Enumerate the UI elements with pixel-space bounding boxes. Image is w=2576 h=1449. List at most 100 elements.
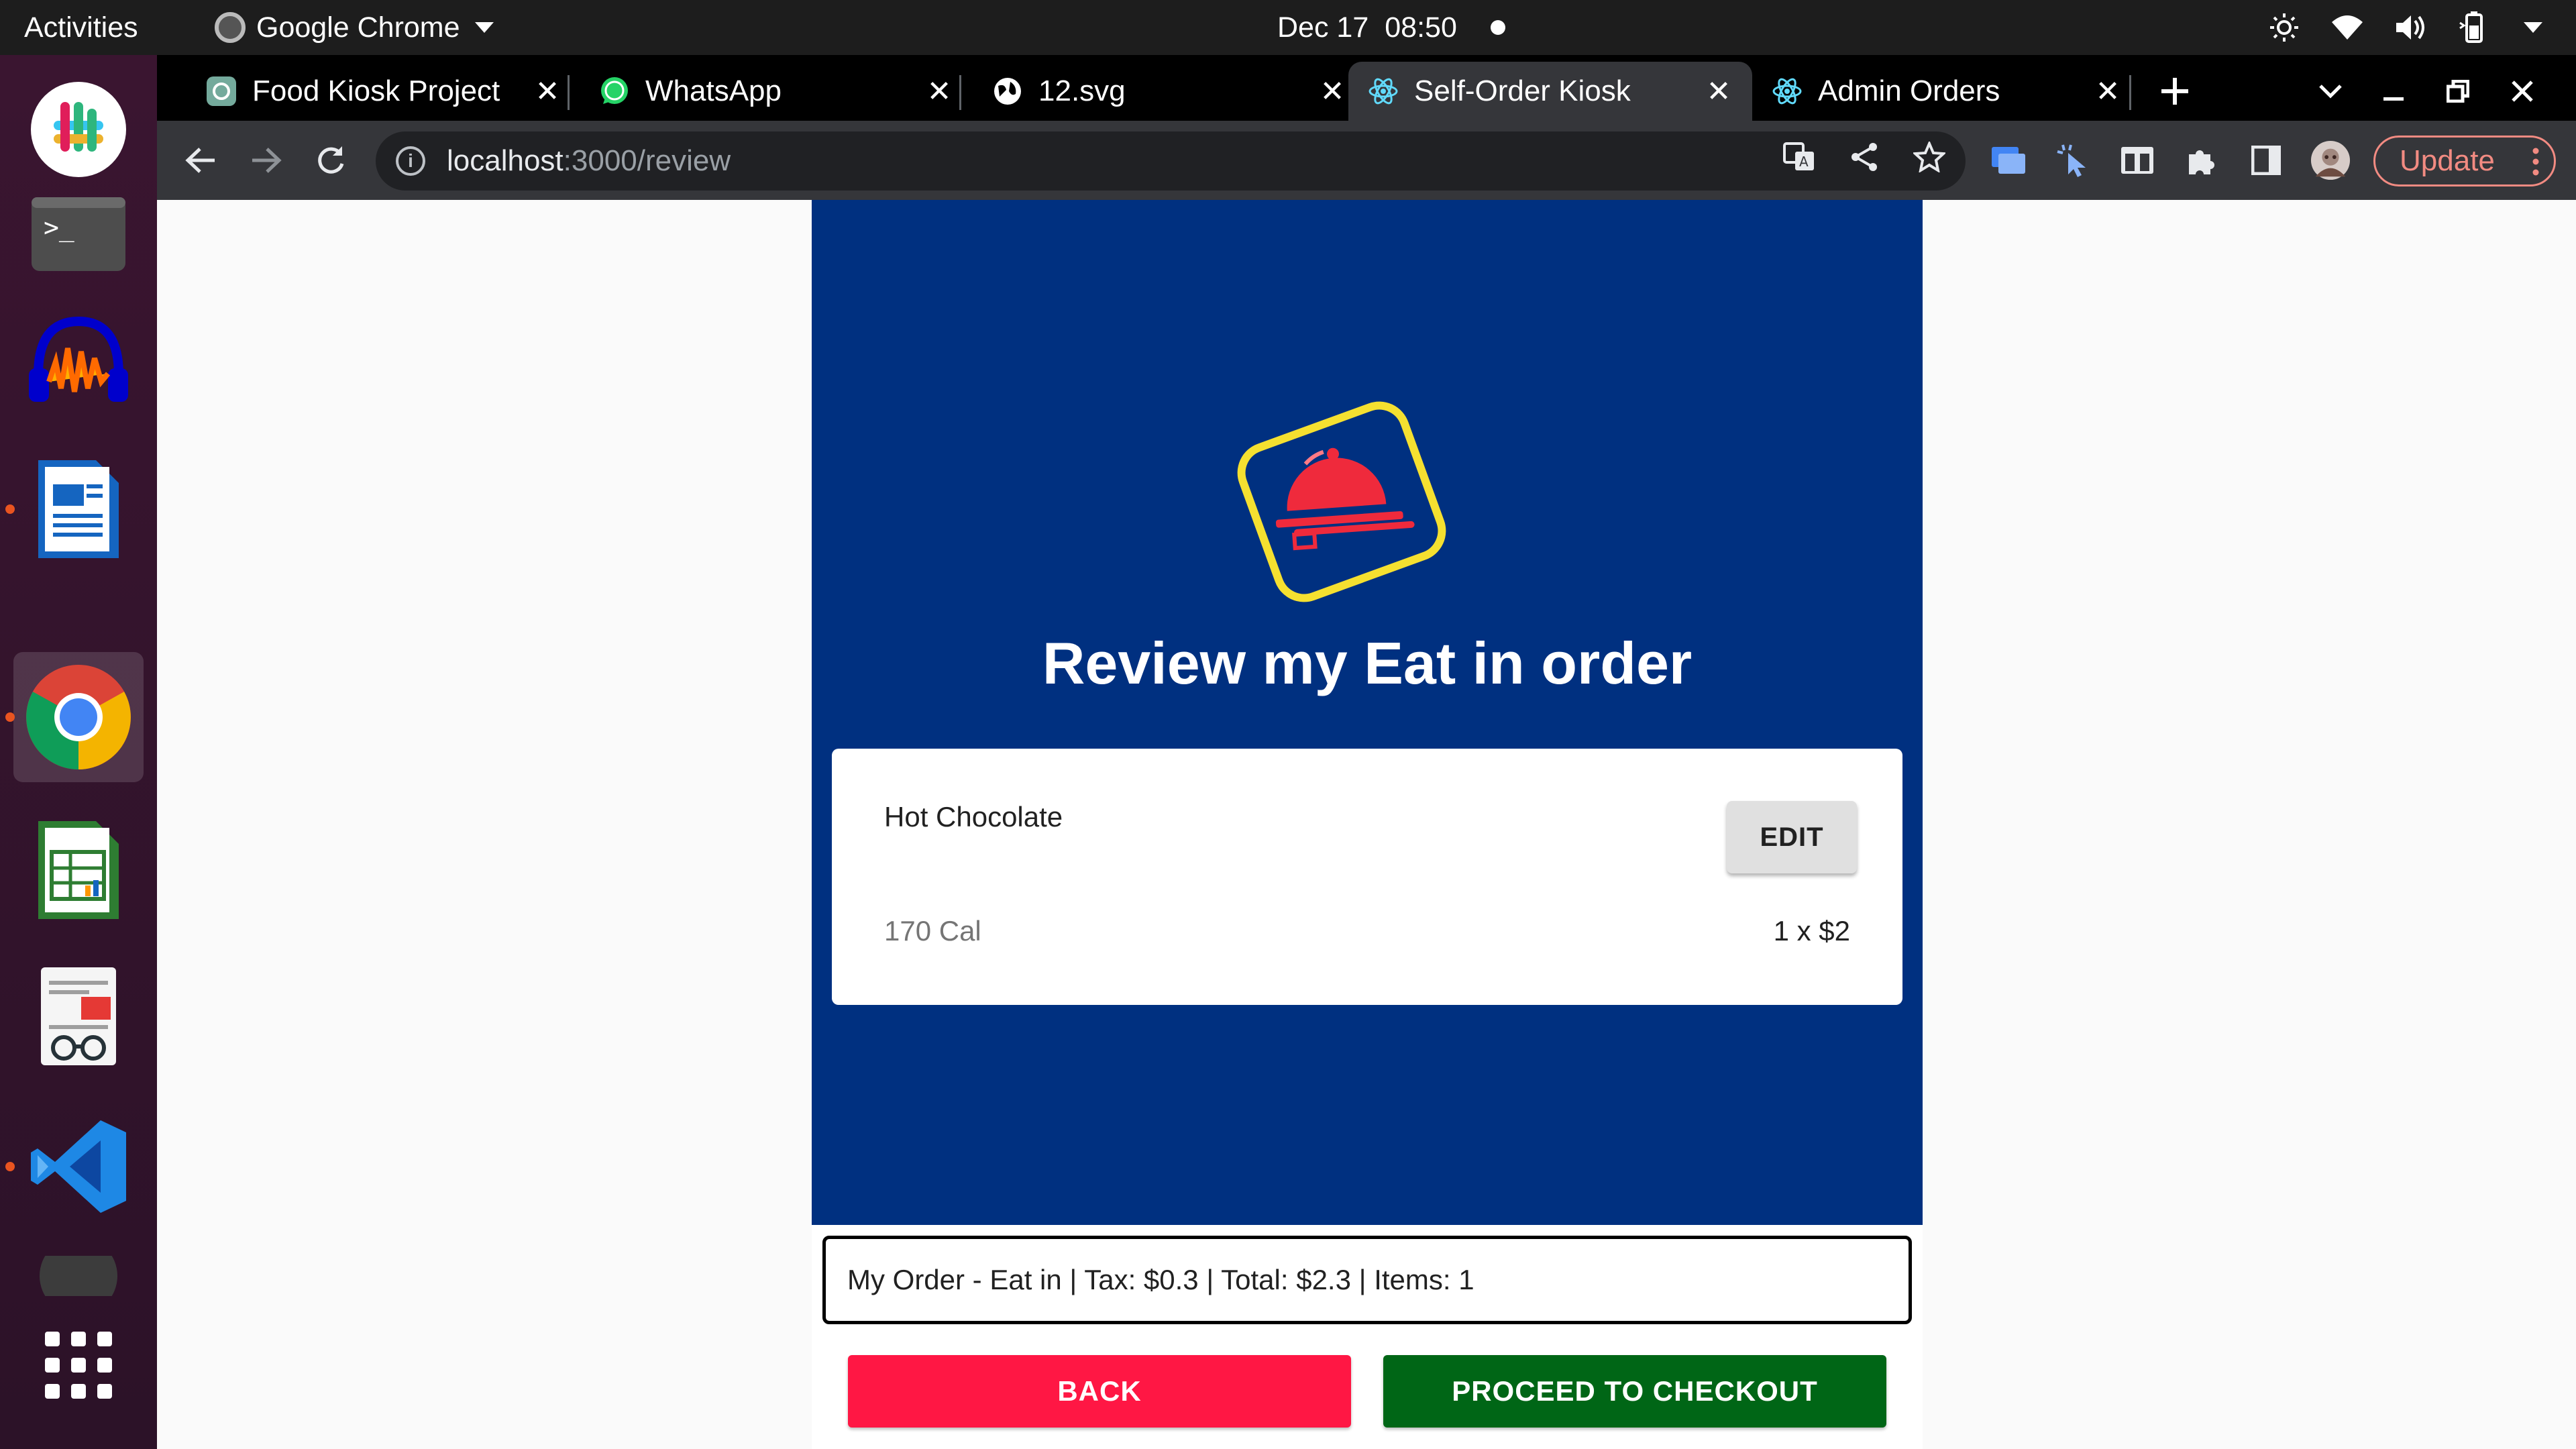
show-applications-button[interactable] (13, 1300, 144, 1430)
close-icon[interactable]: ✕ (924, 74, 954, 109)
calc-icon (38, 821, 119, 919)
globe-icon (991, 75, 1024, 107)
kiosk-container: Review my Eat in order Hot Chocolate EDI… (812, 200, 1923, 1449)
tab-strip: Food Kiosk Project ✕ WhatsApp ✕ 12.svg ✕… (157, 55, 2576, 121)
react-icon (1367, 75, 1399, 107)
order-summary: My Order - Eat in | Tax: $0.3 | Total: $… (822, 1236, 1912, 1324)
review-hero: Review my Eat in order Hot Chocolate EDI… (812, 200, 1923, 1225)
clock-date: Dec 17 (1277, 11, 1369, 44)
chrome-app-icon (215, 12, 246, 43)
edit-item-button[interactable]: EDIT (1727, 801, 1857, 873)
minimize-icon (2383, 97, 2404, 101)
tab-admin-orders[interactable]: Admin Orders ✕ (1752, 62, 2141, 121)
item-qty-price: 1 x $2 (1773, 915, 1850, 947)
close-icon[interactable]: ✕ (1704, 74, 1733, 109)
clock[interactable]: Dec 17 08:50 (1277, 0, 1505, 55)
proceed-to-checkout-button[interactable]: PROCEED TO CHECKOUT (1383, 1355, 1886, 1428)
url-host: localhost (447, 144, 564, 177)
minimize-button[interactable] (2367, 62, 2420, 121)
slack-icon (31, 82, 126, 177)
page-viewport: Review my Eat in order Hot Chocolate EDI… (157, 200, 2576, 1449)
dock-vscode[interactable] (5, 1102, 144, 1232)
close-icon[interactable]: ✕ (1318, 74, 1347, 109)
activities-button[interactable]: Activities (24, 0, 138, 55)
bookmark-star-icon[interactable] (1912, 140, 1947, 180)
tab-title: Self-Order Kiosk (1414, 74, 1631, 107)
dock-partial-item[interactable] (13, 1256, 144, 1296)
forward-nav-button[interactable] (243, 137, 290, 184)
tab-title: Food Kiosk Project (252, 74, 500, 107)
tab-title: WhatsApp (645, 74, 782, 107)
tab-divider (2129, 75, 2131, 110)
profile-avatar[interactable] (2310, 140, 2351, 180)
dock-terminal[interactable]: >_ (13, 169, 144, 299)
restore-button[interactable] (2431, 62, 2485, 121)
tab-whatsapp[interactable]: WhatsApp ✕ (580, 62, 973, 121)
tab-12-svg[interactable]: 12.svg ✕ (973, 62, 1366, 121)
site-info-icon[interactable]: i (396, 146, 425, 176)
arrow-right-icon (252, 148, 282, 173)
app-menu-label: Google Chrome (256, 11, 460, 44)
update-button[interactable]: Update (2373, 136, 2556, 186)
extension-reader-icon[interactable] (2117, 140, 2157, 180)
system-menu-chevron-icon (2524, 22, 2542, 33)
address-bar[interactable]: i localhost:3000/review A (376, 131, 1966, 191)
whatsapp-icon (598, 75, 631, 107)
chevron-down-icon (474, 22, 494, 33)
share-icon[interactable] (1849, 142, 1880, 180)
food-cloche-logo-icon (1237, 401, 1446, 602)
writer-icon (38, 460, 119, 558)
svg-text:>_: >_ (44, 213, 74, 243)
restore-icon (2447, 80, 2469, 103)
page-title: Review my Eat in order (1042, 630, 1693, 696)
tab-divider (959, 75, 961, 110)
tab-search-button[interactable] (2304, 62, 2357, 121)
tab-food-kiosk-project[interactable]: Food Kiosk Project ✕ (186, 62, 581, 121)
running-indicator (5, 504, 15, 514)
openai-icon (205, 75, 237, 107)
close-icon[interactable]: ✕ (533, 74, 562, 109)
extension-cursor-icon[interactable] (2053, 140, 2093, 180)
order-item-card[interactable]: Hot Chocolate EDIT 170 Cal 1 x $2 (832, 749, 1902, 1005)
notification-dot-icon (1490, 20, 1505, 35)
system-tray[interactable] (2267, 0, 2542, 55)
tab-divider (568, 75, 570, 110)
document-viewer-icon (41, 967, 116, 1065)
extension-screen-icon[interactable] (1988, 140, 2029, 180)
partial-app-icon (40, 1256, 117, 1296)
tab-self-order-kiosk[interactable]: Self-Order Kiosk ✕ (1348, 62, 1752, 121)
app-menu[interactable]: Google Chrome (215, 0, 494, 55)
url-text: localhost:3000/review (447, 144, 731, 178)
close-icon (2512, 80, 2533, 102)
reload-icon (318, 146, 344, 174)
reload-button[interactable] (307, 137, 354, 184)
svg-text:A: A (1799, 154, 1809, 170)
chevron-down-icon (2319, 85, 2342, 99)
dock-libreoffice-writer[interactable] (5, 444, 144, 574)
close-window-button[interactable] (2496, 62, 2549, 121)
dock-google-chrome[interactable] (5, 652, 144, 782)
clock-time: 08:50 (1385, 11, 1457, 44)
side-panel-icon[interactable] (2246, 140, 2286, 180)
back-nav-button[interactable] (177, 137, 224, 184)
wifi-icon (2330, 11, 2364, 44)
url-path: :3000/review (563, 144, 731, 177)
extensions-puzzle-icon[interactable] (2182, 140, 2222, 180)
brightness-icon (2267, 11, 2301, 44)
dock-libreoffice-calc[interactable] (13, 805, 144, 935)
back-button[interactable]: BACK (848, 1355, 1351, 1428)
dock-document-viewer[interactable] (13, 951, 144, 1081)
audacity-icon (29, 316, 128, 402)
dock-audacity[interactable] (13, 297, 144, 427)
translate-icon[interactable]: A (1783, 141, 1815, 181)
dock: >_ (0, 55, 157, 1449)
update-label: Update (2400, 144, 2495, 177)
item-calories: 170 Cal (884, 915, 981, 947)
close-icon[interactable]: ✕ (2093, 74, 2123, 109)
volume-icon (2394, 11, 2427, 44)
tab-title: Admin Orders (1818, 74, 2000, 107)
new-tab-button[interactable] (2148, 62, 2202, 121)
battery-icon (2457, 11, 2490, 44)
more-menu-icon[interactable] (2532, 147, 2539, 182)
running-indicator (5, 1162, 15, 1171)
